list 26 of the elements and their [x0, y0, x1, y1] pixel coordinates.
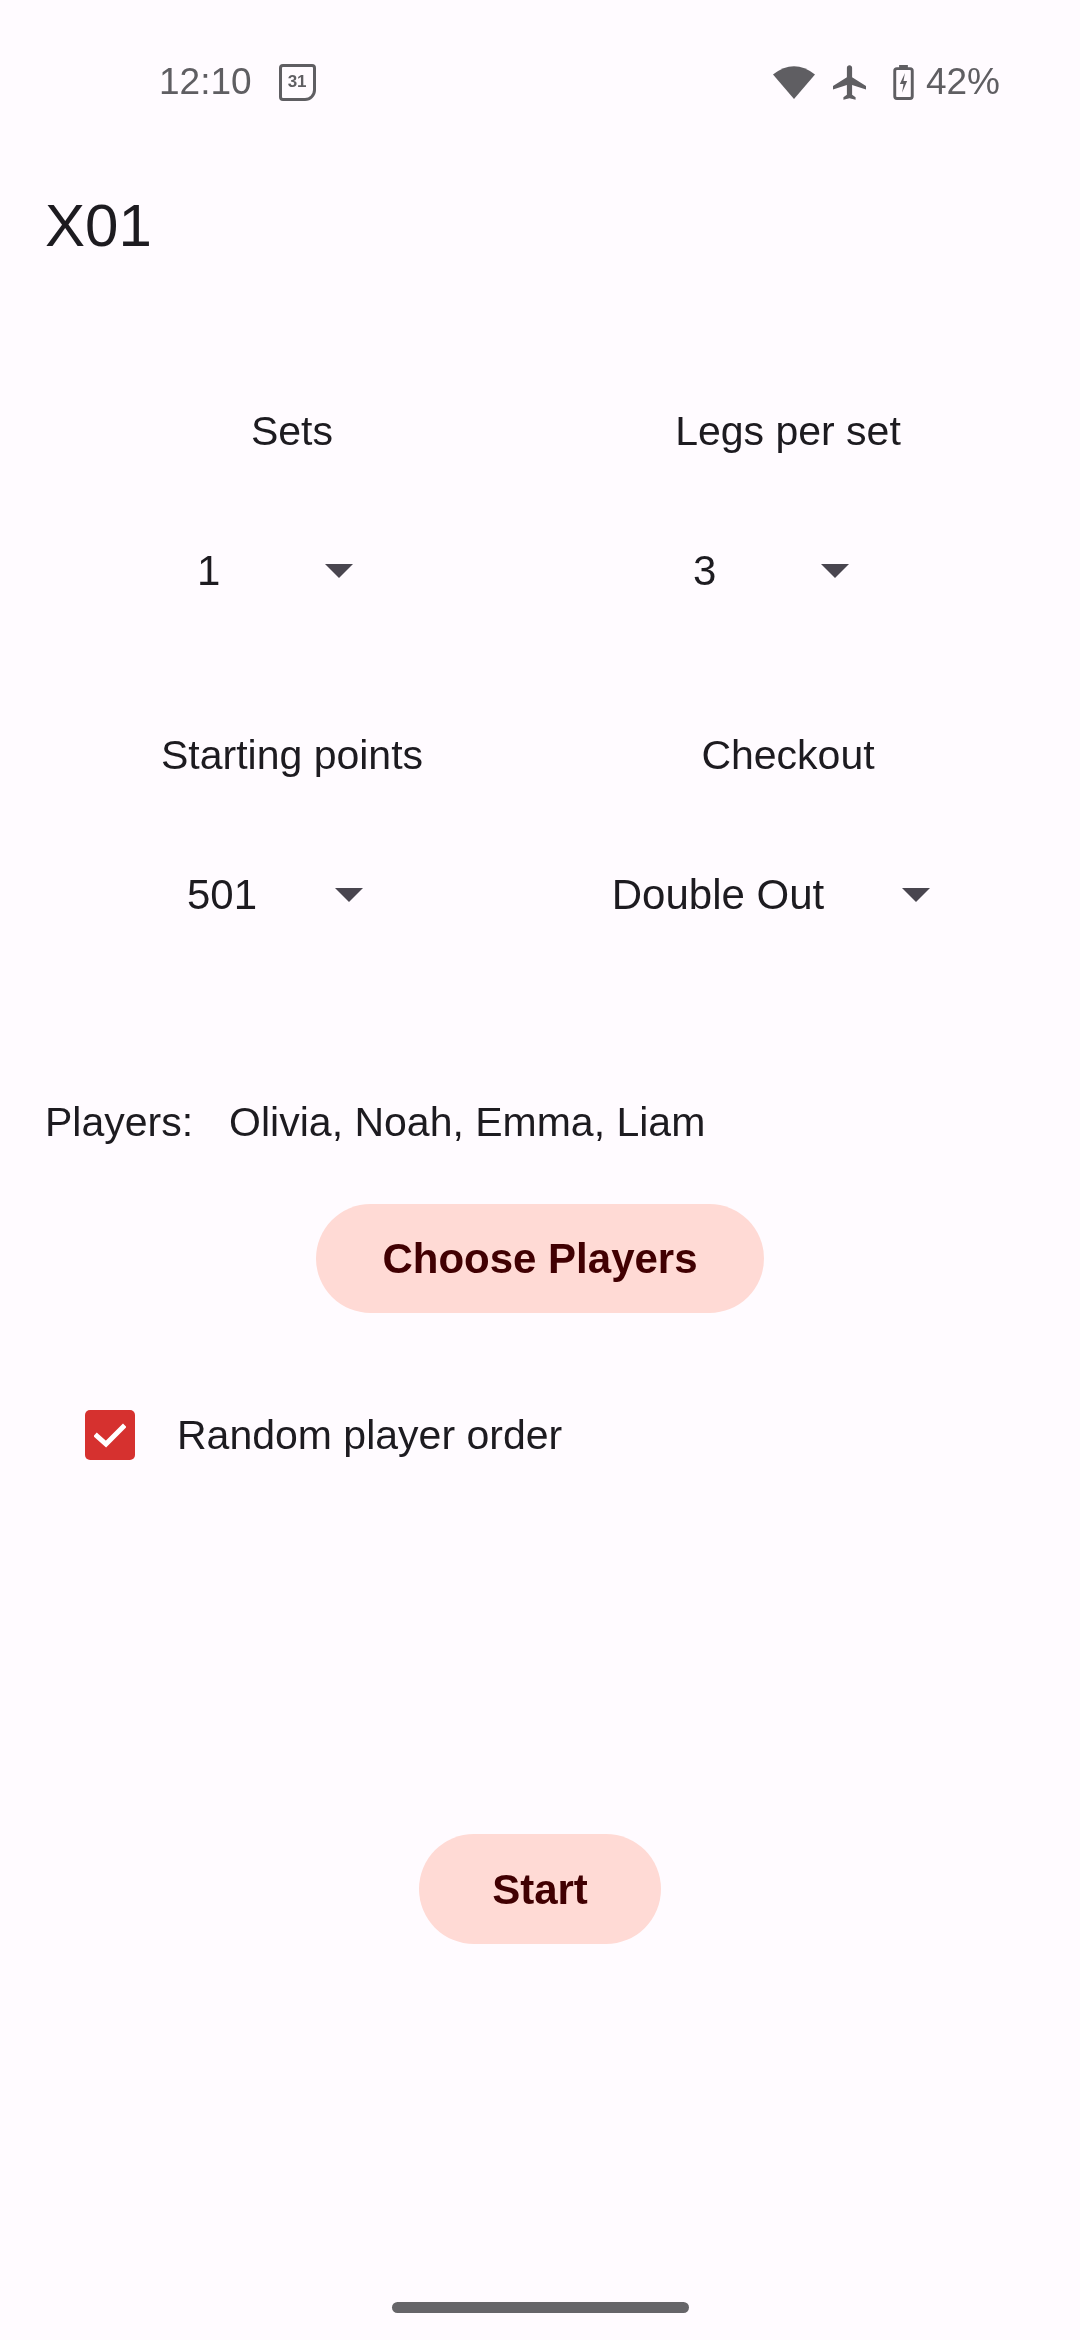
setting-label: Starting points — [160, 731, 424, 780]
setting-label: Checkout — [701, 731, 875, 780]
players-label: Players: — [45, 1098, 194, 1147]
setting-label: Sets — [250, 407, 333, 456]
checkbox-label: Random player order — [177, 1411, 563, 1460]
battery-percentage: 42% — [925, 60, 1000, 104]
dropdown[interactable]: 501 — [186, 855, 398, 935]
battery-icon — [892, 64, 914, 100]
choose-players-button[interactable]: Choose Players — [316, 1204, 764, 1313]
dropdown[interactable]: 1 — [197, 531, 387, 611]
checkmark-icon — [94, 1422, 126, 1448]
players-list: Olivia, Noah, Emma, Liam — [229, 1097, 706, 1147]
calendar-icon: 31 — [278, 63, 316, 101]
start-button[interactable]: Start — [419, 1834, 661, 1944]
dropdown[interactable]: Double Out — [611, 855, 965, 935]
wifi-icon — [772, 65, 815, 99]
airplane-icon — [832, 64, 866, 100]
caret-icon — [325, 564, 353, 578]
status-time: 12:10 — [159, 60, 252, 104]
setting-label: Legs per set — [675, 407, 901, 456]
caret-icon — [821, 564, 849, 578]
dropdown[interactable]: 3 — [693, 531, 883, 611]
caret-icon — [902, 888, 931, 902]
screen-title: X01 — [45, 191, 152, 261]
checkbox[interactable] — [85, 1410, 135, 1460]
caret-icon — [335, 888, 364, 902]
